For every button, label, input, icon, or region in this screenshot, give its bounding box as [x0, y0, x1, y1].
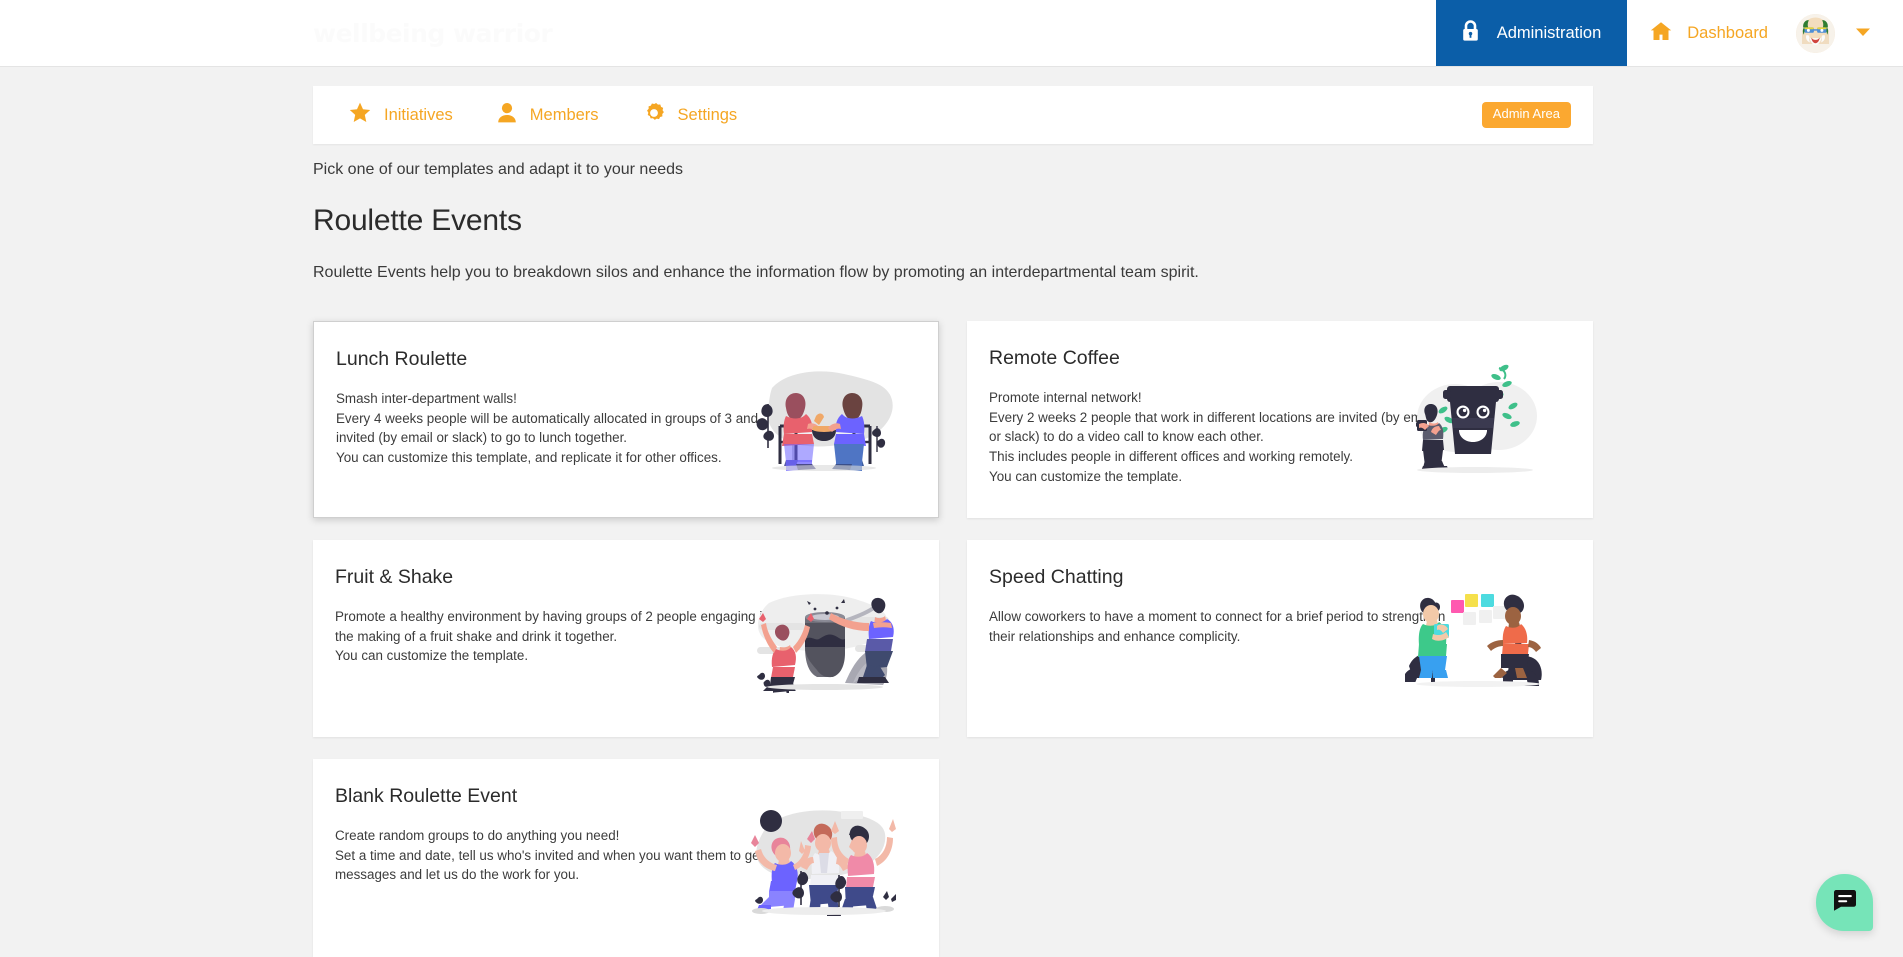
- card-desc-line: Promote a healthy environment by having …: [335, 607, 743, 627]
- template-card-grid: Lunch Roulette Smash inter-department wa…: [313, 321, 1593, 957]
- star-icon: [349, 102, 371, 128]
- brand-logo-area[interactable]: wellbeing warrior: [0, 0, 552, 66]
- template-card-speed-chatting[interactable]: Speed Chatting Allow coworkers to have a…: [967, 540, 1593, 737]
- card-text-block: Fruit & Shake Promote a healthy environm…: [313, 540, 743, 737]
- lunch-table-illustration: [744, 364, 922, 474]
- sidebar-item-members[interactable]: Members: [481, 86, 615, 144]
- chat-bubble-icon: [1832, 889, 1858, 916]
- header-spacer: [552, 0, 1436, 66]
- main-content: Pick one of our templates and adapt it t…: [313, 160, 1593, 957]
- page-title: Roulette Events: [313, 203, 1593, 239]
- sidebar-item-initiatives[interactable]: Initiatives: [333, 86, 469, 144]
- card-desc-line: You can customize the template.: [989, 467, 1397, 487]
- card-title: Speed Chatting: [989, 566, 1397, 589]
- template-card-remote-coffee[interactable]: Remote Coffee Promote internal network! …: [967, 321, 1593, 518]
- administration-label: Administration: [1497, 24, 1602, 43]
- app-logo-text: wellbeing warrior: [313, 21, 552, 46]
- tab-label: Settings: [678, 106, 738, 125]
- card-desc-line: messages and let us do the work for you.: [335, 865, 743, 885]
- card-description: Create random groups to do anything you …: [335, 826, 743, 885]
- card-desc-line: You can customize this template, and rep…: [336, 448, 744, 468]
- card-description: Promote a healthy environment by having …: [335, 607, 743, 666]
- chevron-down-icon: [1855, 24, 1871, 42]
- template-card-blank-roulette-event[interactable]: Blank Roulette Event Create random group…: [313, 759, 939, 957]
- home-icon: [1649, 20, 1673, 47]
- card-text-block: Blank Roulette Event Create random group…: [313, 759, 743, 957]
- celebrating-people-illustration: [743, 799, 921, 917]
- user-menu-dropdown[interactable]: [1841, 0, 1903, 66]
- card-description: Promote internal network! Every 2 weeks …: [989, 388, 1397, 487]
- card-desc-line: Promote internal network!: [989, 388, 1397, 408]
- card-desc-line: Smash inter-department walls!: [336, 389, 744, 409]
- card-title: Remote Coffee: [989, 347, 1397, 370]
- card-desc-line: Every 4 weeks people will be automatical…: [336, 409, 744, 429]
- blender-illustration: [743, 583, 921, 693]
- tab-label: Initiatives: [384, 106, 453, 125]
- page-subtitle: Pick one of our templates and adapt it t…: [313, 160, 1593, 181]
- card-description: Allow coworkers to have a moment to conn…: [989, 607, 1397, 646]
- card-description: Smash inter-department walls! Every 4 we…: [336, 389, 744, 468]
- card-desc-line: invited (by email or slack) to go to lun…: [336, 428, 744, 448]
- card-desc-line: Set a time and date, tell us who's invit…: [335, 846, 743, 866]
- card-desc-line: You can customize the template.: [335, 646, 743, 666]
- dashboard-link[interactable]: Dashboard: [1627, 0, 1786, 66]
- section-tab-bar: Initiatives Members Settings Admin Area: [313, 86, 1593, 144]
- sidebar-item-settings[interactable]: Settings: [627, 86, 754, 144]
- avatar: [1796, 14, 1835, 53]
- template-card-lunch-roulette[interactable]: Lunch Roulette Smash inter-department wa…: [313, 321, 939, 518]
- card-desc-line: This includes people in different office…: [989, 447, 1397, 467]
- card-title: Fruit & Shake: [335, 566, 743, 589]
- avatar-button[interactable]: [1786, 0, 1841, 66]
- card-desc-line: Create random groups to do anything you …: [335, 826, 743, 846]
- card-desc-line: the making of a fruit shake and drink it…: [335, 627, 743, 647]
- card-text-block: Remote Coffee Promote internal network! …: [967, 321, 1397, 518]
- top-header-bar: wellbeing warrior Administration Dashboa…: [0, 0, 1903, 67]
- lock-icon: [1460, 19, 1481, 48]
- card-title: Blank Roulette Event: [335, 785, 743, 808]
- template-card-fruit-shake[interactable]: Fruit & Shake Promote a healthy environm…: [313, 540, 939, 737]
- card-desc-line: or slack) to do a video call to know eac…: [989, 427, 1397, 447]
- card-text-block: Speed Chatting Allow coworkers to have a…: [967, 540, 1397, 737]
- person-icon: [497, 102, 517, 128]
- gear-icon: [643, 102, 665, 129]
- card-desc-line: their relationships and enhance complici…: [989, 627, 1397, 647]
- card-desc-line: Every 2 weeks 2 people that work in diff…: [989, 408, 1397, 428]
- chatting-people-illustration: [1397, 586, 1575, 690]
- admin-area-badge[interactable]: Admin Area: [1482, 102, 1571, 128]
- dashboard-label: Dashboard: [1687, 24, 1768, 43]
- card-title: Lunch Roulette: [336, 348, 744, 371]
- page-description: Roulette Events help you to breakdown si…: [313, 263, 1593, 284]
- card-text-block: Lunch Roulette Smash inter-department wa…: [314, 322, 744, 517]
- tab-label: Members: [530, 106, 599, 125]
- card-desc-line: Allow coworkers to have a moment to conn…: [989, 607, 1397, 627]
- chat-widget-button[interactable]: [1816, 874, 1873, 931]
- coffee-cup-illustration: [1397, 360, 1575, 478]
- administration-button[interactable]: Administration: [1436, 0, 1628, 66]
- header-right-nav: Administration Dashboard: [1436, 0, 1903, 66]
